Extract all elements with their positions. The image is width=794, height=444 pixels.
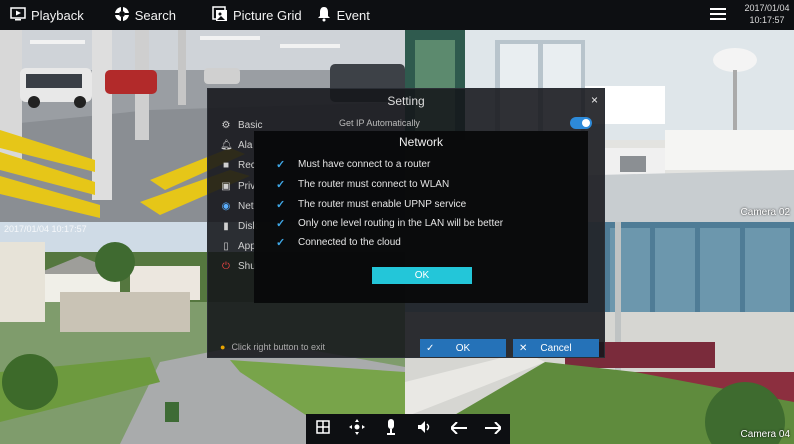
date-text: 2017/01/04: [744, 3, 790, 13]
network-requirement-text: Must have connect to a router: [298, 158, 431, 170]
menu-item-label: Net: [238, 200, 254, 212]
network-requirement-text: Connected to the cloud: [298, 236, 401, 248]
check-icon: ✓: [276, 158, 286, 171]
network-popup-title: Network: [398, 135, 443, 149]
network-requirement-row: ✓ Connected to the cloud: [276, 234, 401, 250]
network-popup: Network ✓ Must have connect to a router …: [254, 131, 588, 303]
image-icon: ▣: [221, 180, 231, 192]
search-tab[interactable]: Search: [114, 0, 176, 30]
check-icon: ✓: [426, 342, 435, 354]
camera-3-timestamp: 2017/01/04 10:17:57: [4, 224, 87, 234]
network-requirement-row: ✓ The router must connect to WLAN: [276, 176, 449, 192]
arrow-right-icon[interactable]: [481, 420, 505, 438]
get-ip-toggle[interactable]: [570, 117, 592, 129]
picture-grid-label: Picture Grid: [232, 7, 302, 23]
network-requirement-text: Only one level routing in the LAN will b…: [298, 217, 504, 229]
video-icon: ■: [222, 159, 230, 171]
check-icon: ✓: [276, 178, 286, 191]
picture-grid-icon: [212, 6, 228, 24]
network-ok-button[interactable]: OK: [372, 267, 472, 284]
event-bell-icon: [316, 6, 332, 24]
menu-item-label: Basic: [238, 119, 263, 131]
menu-item-app[interactable]: ▯ App: [220, 237, 256, 255]
ptz-icon[interactable]: [345, 419, 369, 439]
setting-ok-label: OK: [455, 342, 471, 354]
phone-icon: ▯: [223, 240, 229, 252]
bottom-toolbar: [306, 414, 510, 444]
network-requirement-row: ✓ The router must enable UPNP service: [276, 196, 466, 212]
menu-item-alarm[interactable]: 🔔︎ Ala: [220, 136, 252, 154]
power-icon: ⏻: [222, 260, 230, 272]
menu-item-shutdown[interactable]: ⏻ Shu: [220, 257, 256, 275]
search-icon: [114, 6, 130, 24]
menu-item-privacy[interactable]: ▣ Priv: [220, 177, 255, 195]
event-label: Event: [336, 7, 370, 23]
speaker-icon[interactable]: [413, 420, 437, 438]
disk-icon: ▮: [223, 220, 229, 232]
exit-hint: ● Click right button to exit: [220, 342, 325, 352]
camera-2-label: Camera 02: [740, 207, 790, 218]
microphone-icon[interactable]: [379, 419, 403, 439]
picture-grid-tab[interactable]: Picture Grid: [212, 0, 302, 30]
setting-dialog-title: Setting: [387, 94, 425, 108]
grid-icon[interactable]: [311, 420, 335, 438]
network-requirement-text: The router must enable UPNP service: [298, 198, 467, 210]
menu-icon[interactable]: [708, 5, 728, 25]
menu-item-label: Priv: [238, 180, 256, 192]
menu-item-network[interactable]: ◉ Net: [220, 197, 254, 215]
check-icon: ✓: [276, 236, 286, 249]
exit-hint-text: Click right button to exit: [231, 342, 325, 352]
close-icon[interactable]: ×: [591, 93, 598, 107]
top-toolbar: Playback Search Picture Grid Event 2017/…: [0, 0, 794, 30]
playback-tab[interactable]: Playback: [10, 0, 84, 30]
event-tab[interactable]: Event: [316, 0, 370, 30]
playback-label: Playback: [31, 7, 84, 23]
get-ip-label: Get IP Automatically: [339, 118, 420, 128]
mouse-icon: ●: [220, 342, 226, 352]
gear-icon: ⚙: [221, 119, 231, 131]
check-icon: ✓: [276, 217, 286, 230]
setting-cancel-label: Cancel: [540, 342, 572, 354]
arrow-left-icon[interactable]: [447, 420, 471, 438]
x-icon: ✕: [519, 342, 528, 354]
menu-item-disk[interactable]: ▮ Disk: [220, 217, 257, 235]
globe-icon: ◉: [221, 200, 231, 212]
menu-item-record[interactable]: ■ Rec: [220, 156, 256, 174]
setting-ok-button[interactable]: ✓ OK: [420, 339, 506, 357]
network-requirement-text: The router must connect to WLAN: [298, 178, 450, 190]
datetime-display: 2017/01/04 10:17:57: [742, 2, 792, 26]
network-requirement-row: ✓ Must have connect to a router: [276, 156, 430, 172]
playback-icon: [10, 7, 26, 23]
search-label: Search: [134, 7, 176, 23]
time-text: 10:17:57: [749, 15, 785, 25]
setting-cancel-button[interactable]: ✕ Cancel: [513, 339, 599, 357]
bell-icon: 🔔︎: [220, 139, 233, 151]
check-icon: ✓: [276, 198, 286, 211]
menu-item-label: Ala: [238, 139, 253, 151]
camera-4-label: Camera 04: [740, 429, 790, 440]
network-requirement-row: ✓ Only one level routing in the LAN will…: [276, 215, 503, 231]
